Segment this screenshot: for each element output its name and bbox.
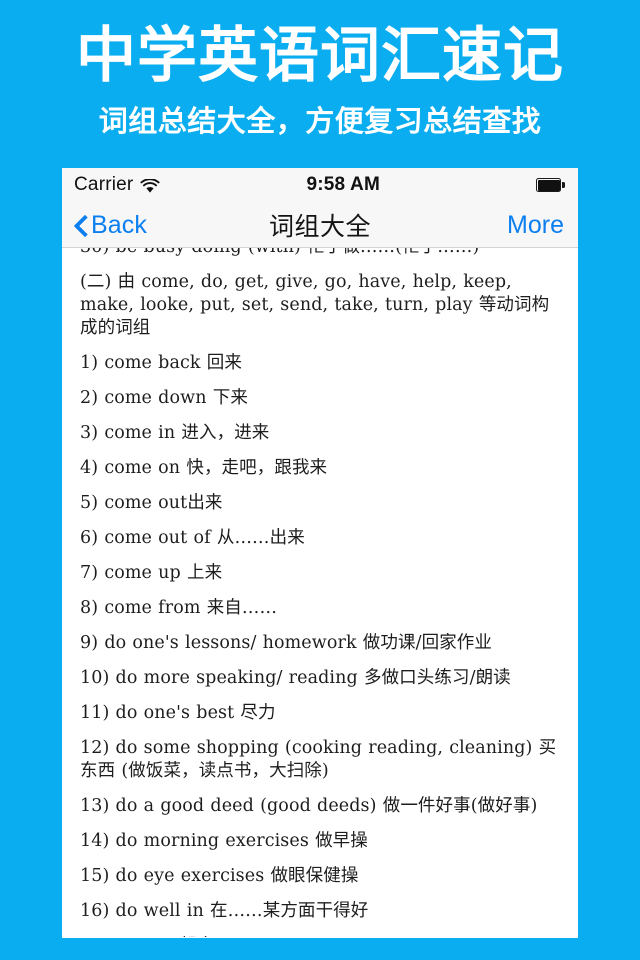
doc-line: 11) do one's best 尽力 <box>80 703 276 723</box>
doc-line: 10) do more speaking/ reading 多做口头练习/朗读 <box>80 668 511 688</box>
back-button-label: Back <box>91 210 147 239</box>
battery-full-icon <box>536 178 566 192</box>
carrier-label: Carrier <box>74 174 134 195</box>
more-button[interactable]: More <box>507 202 564 248</box>
status-bar-left: Carrier <box>74 174 161 196</box>
doc-line: 9) do one's lessons/ homework 做功课/回家作业 <box>80 633 493 653</box>
status-bar-clock: 9:58 AM <box>306 174 381 195</box>
doc-line: 14) do morning exercises 做早操 <box>80 831 368 851</box>
navigation-bar: Back 词组大全 More <box>62 202 578 248</box>
doc-line: 5) come out出来 <box>80 493 223 513</box>
status-bar-right <box>536 178 566 192</box>
doc-line: 13) do a good deed (good deeds) 做一件好事(做好… <box>80 796 538 816</box>
doc-line: (二) 由 come, do, get, give, go, have, hel… <box>80 272 550 338</box>
document-body: 30) be busy doing (with) 忙于做……(忙于……) (二)… <box>62 248 578 937</box>
app-root: 中学英语词汇速记 词组总结大全，方便复习总结查找 Carrier 9:58 AM <box>0 0 640 960</box>
doc-line: 1) come back 回来 <box>80 353 242 373</box>
doc-line: 3) come in 进入，进来 <box>80 423 270 443</box>
doc-line: 7) come up 上来 <box>80 563 223 583</box>
doc-line: 8) come from 来自…… <box>80 598 278 618</box>
doc-line: 12) do some shopping (cooking reading, c… <box>80 738 557 781</box>
promo-subtitle: 词组总结大全，方便复习总结查找 <box>98 104 542 138</box>
device-screen: Carrier 9:58 AM Back 词组大全 More (二) 由 com… <box>62 168 578 938</box>
doc-line: 6) come out of 从……出来 <box>80 528 305 548</box>
chevron-left-icon <box>74 214 87 236</box>
wifi-icon <box>140 177 161 194</box>
promo-banner: 中学英语词汇速记 词组总结大全，方便复习总结查找 <box>0 0 640 168</box>
doc-line: 30) be busy doing (with) 忙于做……(忙于……) <box>80 248 562 259</box>
promo-title: 中学英语词汇速记 <box>76 21 564 91</box>
doc-line: 16) do well in 在……某方面干得好 <box>80 901 369 921</box>
doc-line: 2) come down 下来 <box>80 388 248 408</box>
doc-line: 17) get up 起身 <box>80 935 562 937</box>
back-button[interactable]: Back <box>74 202 147 248</box>
status-bar: Carrier 9:58 AM <box>62 168 578 202</box>
content-scroll-area[interactable]: 30) be busy doing (with) 忙于做……(忙于……) (二)… <box>62 248 578 937</box>
doc-line: 15) do eye exercises 做眼保健操 <box>80 866 359 886</box>
doc-line: 4) come on 快，走吧，跟我来 <box>80 458 328 478</box>
